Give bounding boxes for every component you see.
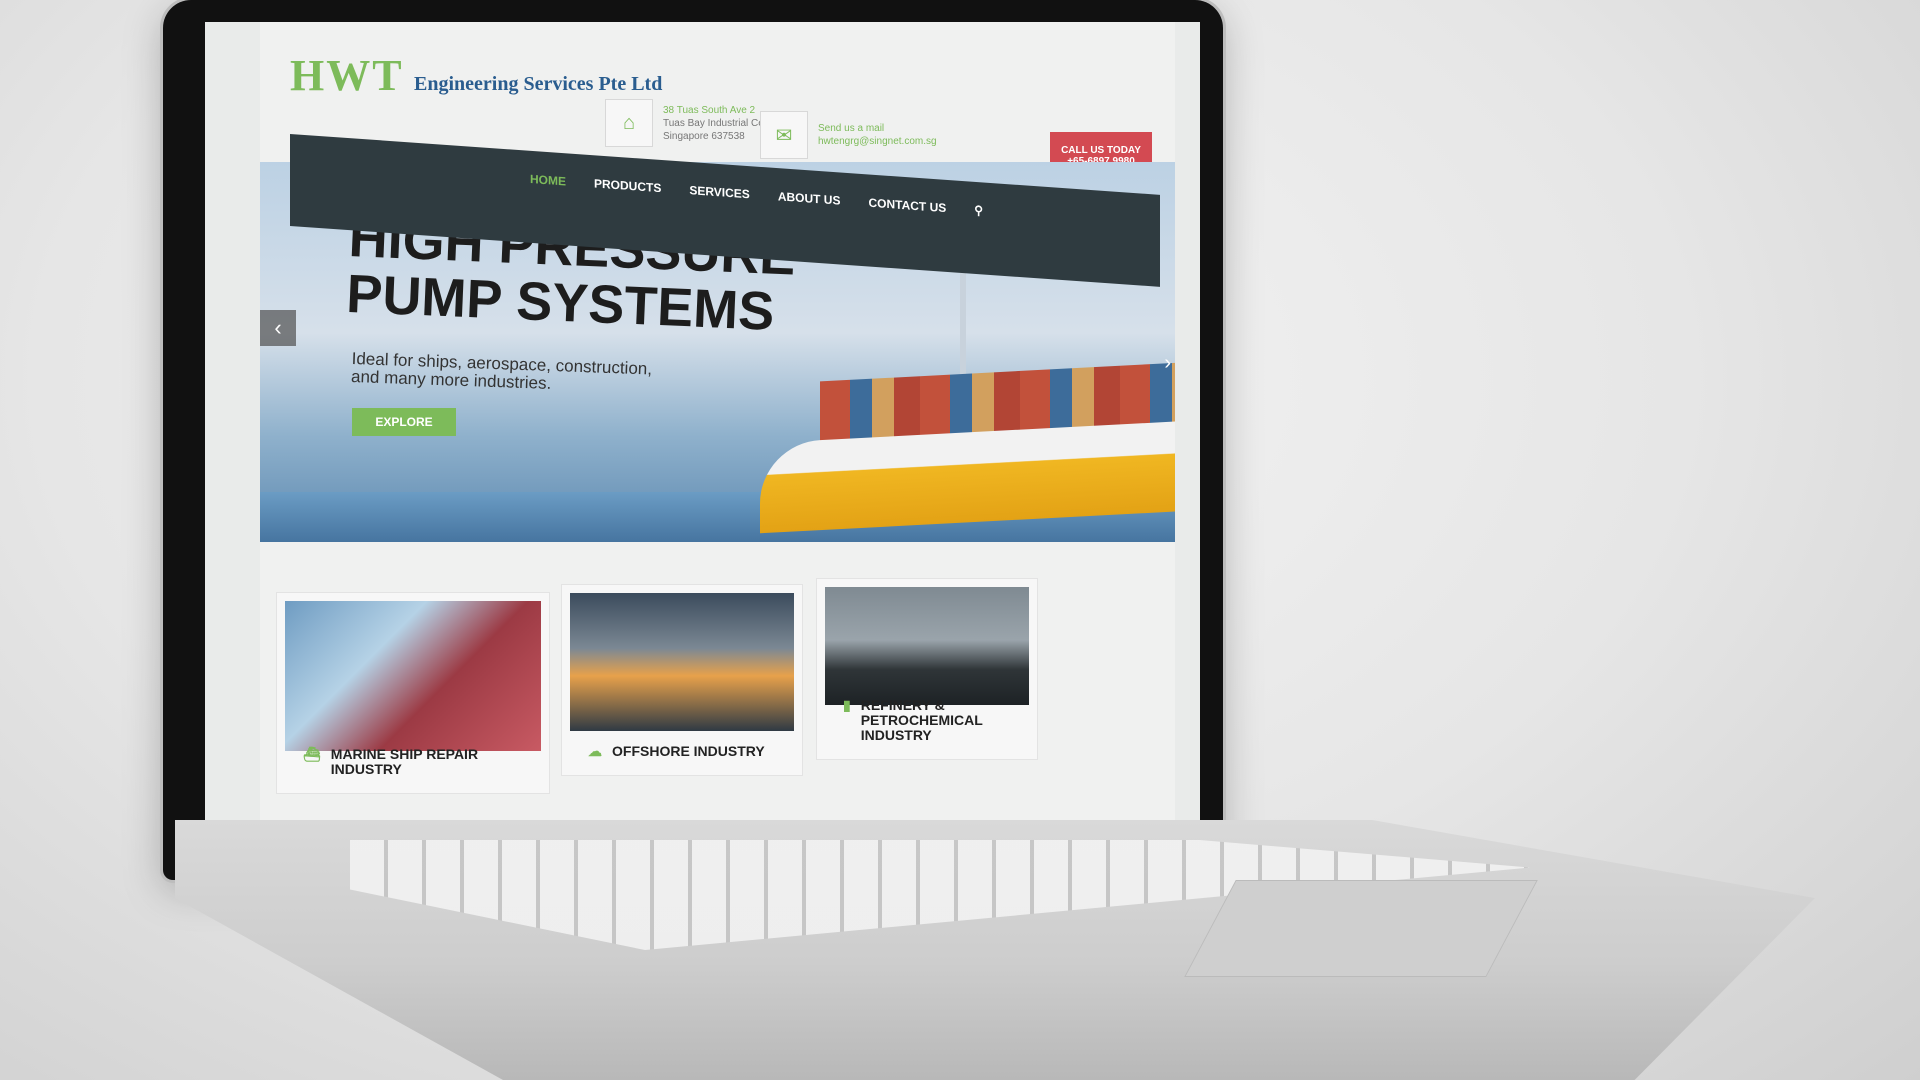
cloud-icon: ☁ xyxy=(588,743,602,759)
website: HWT Engineering Services Pte Ltd ⌂ 38 Tu… xyxy=(260,22,1175,822)
explore-button[interactable]: EXPLORE xyxy=(352,408,456,436)
envelope-icon: ✉ xyxy=(760,111,808,159)
chevron-left-icon[interactable]: ‹ xyxy=(260,310,296,346)
card-title-line2: PETROCHEMICAL INDUSTRY xyxy=(860,712,983,743)
card-marine[interactable]: ⛴ MARINE SHIP REPAIR INDUSTRY xyxy=(276,592,550,794)
mail-block[interactable]: ✉ Send us a mail hwtengrg@singnet.com.sg xyxy=(760,104,937,166)
home-icon: ⌂ xyxy=(605,99,653,147)
ship-icon: ⛴ xyxy=(303,746,321,762)
marine-image xyxy=(285,601,541,751)
industry-cards: ⛴ MARINE SHIP REPAIR INDUSTRY ☁ OFFSHORE… xyxy=(276,562,1166,822)
card-refinery[interactable]: ▮ REFINERY & PETROCHEMICAL INDUSTRY xyxy=(816,578,1038,760)
factory-icon: ▮ xyxy=(843,697,851,713)
laptop-screen: HWT Engineering Services Pte Ltd ⌂ 38 Tu… xyxy=(205,22,1200,822)
offshore-image xyxy=(570,593,794,731)
trackpad xyxy=(1184,880,1538,977)
card-title-line1: MARINE SHIP REPAIR xyxy=(330,746,479,762)
brand-initials: HWT xyxy=(290,51,404,100)
address-block: ⌂ 38 Tuas South Ave 2 Tuas Bay Industria… xyxy=(605,92,781,154)
mail-address[interactable]: hwtengrg@singnet.com.sg xyxy=(818,135,937,148)
nav-home[interactable]: HOME xyxy=(530,172,566,189)
hero-subtitle: Ideal for ships, aerospace, construction… xyxy=(351,349,712,399)
card-title: OFFSHORE INDUSTRY xyxy=(612,743,765,759)
search-icon[interactable]: ⚲ xyxy=(974,203,983,218)
card-offshore[interactable]: ☁ OFFSHORE INDUSTRY xyxy=(561,584,803,776)
call-label: CALL US TODAY xyxy=(1061,145,1141,156)
refinery-image xyxy=(825,587,1029,705)
card-title-line1: REFINERY & xyxy=(860,697,945,713)
chevron-right-icon[interactable]: › xyxy=(1164,352,1171,375)
mail-label: Send us a mail xyxy=(818,123,885,134)
card-title-line2: INDUSTRY xyxy=(330,761,402,777)
